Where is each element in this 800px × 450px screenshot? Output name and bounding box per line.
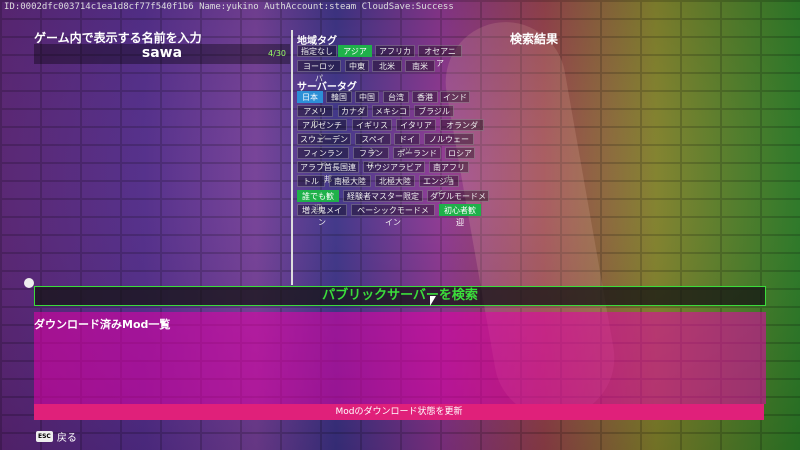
server-tag-chip[interactable]: ノルウェー (424, 133, 474, 145)
mod-list-heading: ダウンロード済みMod一覧 (34, 318, 171, 331)
region-tag-chip[interactable]: 中東 (345, 60, 369, 72)
server-tag-chip[interactable]: アメリカ (297, 105, 333, 128)
server-tag-chip[interactable]: イギリス (352, 119, 392, 131)
server-tag-chip[interactable]: エンジョイ (419, 175, 459, 198)
server-tag-chip[interactable]: アラブ首長国連邦 (297, 161, 359, 184)
update-mods-button[interactable]: Modのダウンロード状態を更新 (34, 404, 764, 420)
server-tag-chip[interactable]: オランダ (440, 119, 484, 131)
name-input[interactable]: sawa 4/30 (34, 44, 290, 64)
server-tag-chip[interactable]: イタリア (396, 119, 436, 131)
server-tag-chip[interactable]: フランス (353, 147, 389, 170)
server-tag-chip[interactable]: ブラジル (414, 105, 454, 117)
region-tag-chip[interactable]: アフリカ (375, 45, 415, 57)
server-tag-chip[interactable]: 誰でも歓迎 (297, 190, 339, 213)
mouse-cursor-icon (430, 296, 436, 306)
server-tag-chip[interactable]: ドイツ (394, 133, 420, 156)
server-tag-chip[interactable]: ロシア (445, 147, 475, 159)
server-tag-chip[interactable]: スペイン (355, 133, 391, 156)
server-tag-chip[interactable]: 初心者歓迎 (439, 204, 481, 227)
session-info: ID:0002dfc003714c1ea1d8cf77f540f1b6 Name… (4, 2, 454, 12)
server-tag-chip[interactable]: トルコ (297, 175, 325, 198)
results-heading: 検索結果 (510, 32, 559, 46)
server-tag-chip[interactable]: アルゼンチン (297, 119, 347, 142)
region-tag-chip[interactable]: 指定なし (297, 45, 337, 57)
server-tag-chip[interactable]: ベーシックモードメイン (351, 204, 435, 227)
server-tag-chip[interactable]: メキシコ (372, 105, 410, 117)
region-tag-chip[interactable]: オセアニア (418, 45, 462, 68)
region-tag-chip[interactable]: アジア (338, 45, 372, 57)
server-tag-chip[interactable]: スウェーデン (297, 133, 351, 145)
divider (291, 30, 293, 285)
name-counter: 4/30 (268, 49, 286, 58)
back-button[interactable]: ESC 戻る (36, 429, 77, 444)
server-tag-chip[interactable]: サウジアラビア (363, 161, 425, 173)
server-tag-chip[interactable]: 増え鬼メイン (297, 204, 347, 227)
server-tag-chip[interactable]: 経験者マスター限定 (343, 190, 423, 202)
server-tag-chip[interactable]: 南アフリカ (429, 161, 469, 184)
name-value: sawa (141, 45, 183, 61)
region-tag-chip[interactable]: 北米 (372, 60, 402, 72)
server-tag-chip[interactable]: カナダ (338, 105, 368, 117)
server-tag-chip[interactable]: 韓国 (326, 91, 352, 103)
server-tag-chip[interactable]: 北極大陸 (375, 175, 415, 187)
esc-key-icon: ESC (36, 431, 53, 442)
server-tag-chip[interactable]: 南極大陸 (329, 175, 371, 187)
chat-icon (24, 278, 34, 288)
server-tag-chip[interactable]: 中国 (355, 91, 379, 103)
server-tag-chip[interactable]: インド (440, 91, 470, 103)
server-tag-chip[interactable]: フィンランド (297, 147, 349, 170)
server-tag-chip[interactable]: 台湾 (383, 91, 409, 103)
region-tag-chip[interactable]: 南米 (405, 60, 435, 72)
server-tag-chip[interactable]: ダブルモードメイン (427, 190, 489, 213)
server-tag-chip[interactable]: 香港 (412, 91, 438, 103)
back-label: 戻る (56, 433, 77, 444)
region-tag-chip[interactable]: ヨーロッパ (297, 60, 341, 83)
server-tag-chip[interactable]: 日本 (297, 91, 323, 103)
server-tag-chip[interactable]: ポーランド (393, 147, 441, 159)
search-public-servers-button[interactable]: パブリックサーバーを検索 (34, 286, 766, 306)
